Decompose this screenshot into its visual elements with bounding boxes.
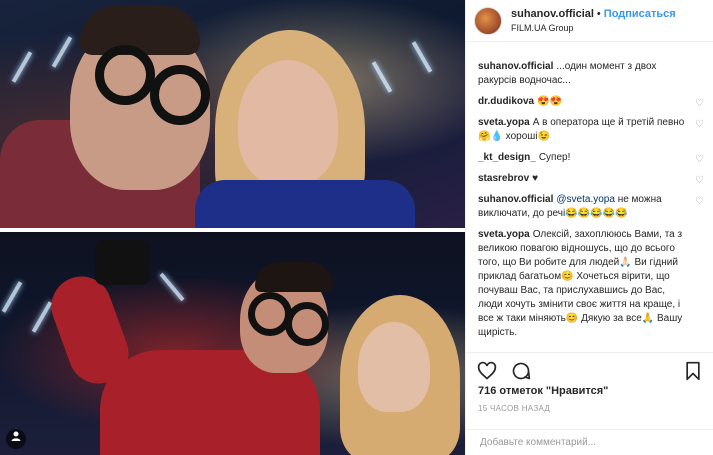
- location-link[interactable]: FILM.UA Group: [511, 21, 676, 35]
- comment-like-heart-icon[interactable]: ♡: [695, 174, 704, 188]
- comment-item: dr.dudikova 😍😍 ♡: [466, 95, 713, 109]
- user-tag-icon[interactable]: [6, 429, 26, 449]
- post-sidebar: suhanov.official • Подписаться FILM.UA Gro…: [465, 0, 713, 455]
- smartphone: [95, 240, 150, 285]
- add-comment-input[interactable]: [478, 436, 662, 449]
- comment-username[interactable]: _kt_design_: [478, 152, 536, 163]
- photo-divider: [0, 228, 465, 232]
- glasses-right: [150, 65, 210, 125]
- follow-button[interactable]: Подписаться: [604, 8, 676, 20]
- add-comment-bar: [466, 429, 713, 455]
- post-time[interactable]: 15 ЧАСОВ НАЗАД: [466, 404, 713, 413]
- comment-text: 😍😍: [537, 96, 563, 107]
- bookmark-icon[interactable]: [682, 360, 704, 382]
- comment-item: sveta.yopa Олексій, захоплююсь Вами, та з…: [466, 228, 713, 340]
- post-header: suhanov.official • Подписаться FILM.UA Gro…: [466, 0, 713, 42]
- header-username[interactable]: suhanov.official: [511, 8, 594, 20]
- caption-username[interactable]: suhanov.official: [478, 61, 553, 72]
- glasses-right-2: [285, 302, 329, 346]
- glasses-left: [95, 45, 155, 105]
- person-2-face: [238, 60, 338, 185]
- comment-item: stasrebrov ♥ ♡: [466, 172, 713, 186]
- comment-like-heart-icon[interactable]: ♡: [695, 195, 704, 209]
- comment-username[interactable]: stasrebrov: [478, 173, 529, 184]
- person-3-hair: [255, 262, 333, 292]
- comment-username[interactable]: dr.dudikova: [478, 96, 534, 107]
- comment-username[interactable]: suhanov.official: [478, 194, 553, 205]
- post-actions: 716 отметок "Нравится" 15 ЧАСОВ НАЗАД: [466, 352, 713, 413]
- comment-username[interactable]: sveta.yopa: [478, 229, 530, 240]
- comment-like-heart-icon[interactable]: ♡: [695, 118, 704, 132]
- person-1-hair: [80, 5, 200, 55]
- comment-item: suhanov.official @sveta.yopa не можна вик…: [466, 193, 713, 221]
- comment-text: Олексій, захоплююсь Вами, та з великою п…: [478, 229, 683, 338]
- caption: suhanov.official ...один момент з двох ра…: [466, 60, 713, 88]
- like-count[interactable]: 716 отметок "Нравится": [466, 385, 713, 397]
- comment-like-heart-icon[interactable]: ♡: [695, 97, 704, 111]
- heart-icon[interactable]: [476, 360, 498, 382]
- comment-icon[interactable]: [510, 360, 532, 382]
- comment-username[interactable]: sveta.yopa: [478, 117, 530, 128]
- comment-item: sveta.yopa А в оператора ще й третій певн…: [466, 116, 713, 144]
- avatar[interactable]: [474, 6, 502, 35]
- post-photo[interactable]: [0, 0, 465, 455]
- comment-like-heart-icon[interactable]: ♡: [695, 153, 704, 167]
- comment-text: Супер!: [538, 152, 571, 163]
- comment-item: _kt_design_ Супер! ♡: [466, 151, 713, 165]
- instagram-post: suhanov.official • Подписаться FILM.UA Gro…: [0, 0, 713, 455]
- person-4-face: [358, 322, 430, 412]
- comments-list[interactable]: suhanov.official ...один момент з двох ра…: [466, 60, 713, 352]
- comment-mention[interactable]: @sveta.yopa: [556, 194, 615, 205]
- comment-text: ♥: [532, 173, 539, 184]
- header-separator: •: [596, 8, 601, 20]
